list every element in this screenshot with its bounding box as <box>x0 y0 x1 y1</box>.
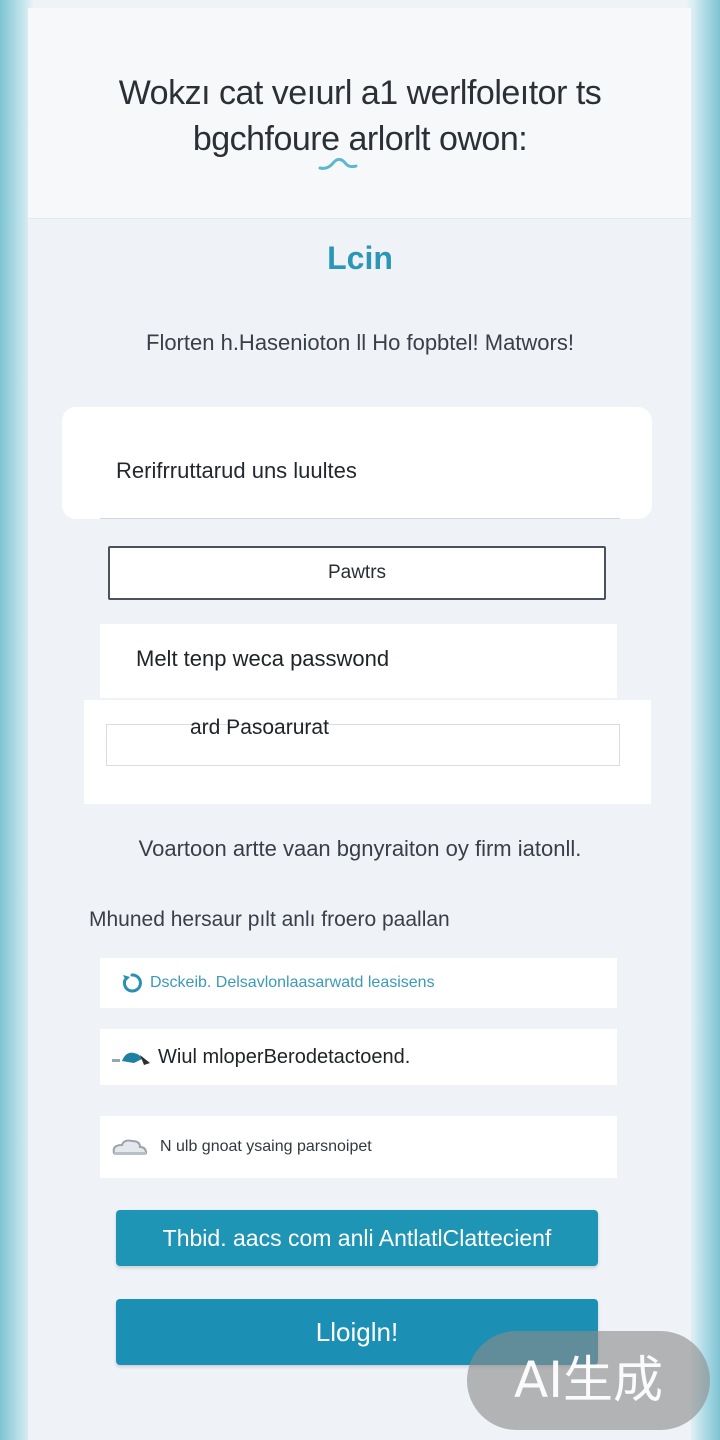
option-item-1[interactable]: Dsckeib. Delsavlonlaasarwatd leasisens <box>100 958 617 1008</box>
option-label-3: N ulb gnoat ysaing parsnoipet <box>160 1138 372 1155</box>
wave-icon <box>318 157 358 170</box>
option-item-2[interactable]: Wiul mloperBerodetactoend. <box>100 1029 617 1085</box>
login-subtitle: Florten h.Hasenioton ll Ho fopbtel! Matw… <box>146 330 574 355</box>
username-underline <box>100 518 620 519</box>
confirm-password-input[interactable] <box>106 724 620 766</box>
temp-password-label: Melt tenp weca passwond <box>136 646 390 671</box>
page-title: Wokzı cat veıurl a1 werlfoleıtor ts bgch… <box>60 70 660 162</box>
page-title-line-1: Wokzı cat veıurl a1 werlfoleıtor ts <box>118 74 602 112</box>
notice-text: Voartoon artte vaan bgnyraiton oy firm i… <box>138 836 582 861</box>
option-label-2: Wiul mloperBerodetactoend. <box>158 1045 411 1068</box>
options-section-label: Mhuned hersaur pılt anlı froero paallan <box>89 908 450 931</box>
login-heading: Lcin <box>327 240 393 276</box>
refresh-icon <box>122 973 142 993</box>
confirm-password-label: ard Pasoarurat <box>190 716 329 739</box>
password-field[interactable]: Pawtrs <box>108 546 606 600</box>
username-label: Rerifrruttarud uns luultes <box>116 458 357 483</box>
hand-icon <box>112 1052 150 1065</box>
page-title-line-2: bgchfoure arlorlt owon: <box>192 120 528 158</box>
option-item-3[interactable]: N ulb gnoat ysaing parsnoipet <box>100 1116 617 1178</box>
option-label-1: Dsckeib. Delsavlonlaasarwatd leasisens <box>150 974 435 991</box>
cloud-icon <box>112 1139 148 1155</box>
ai-generated-watermark: AI生成 <box>467 1331 710 1430</box>
secondary-action-button[interactable]: Thbid. aacs com anli AntlatlClattecienf <box>116 1210 598 1266</box>
